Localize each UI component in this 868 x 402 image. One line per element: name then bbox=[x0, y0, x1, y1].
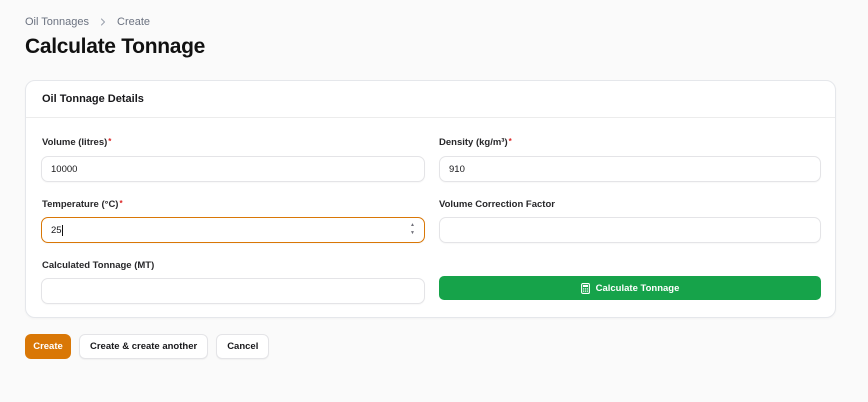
density-label: Density (kg/m³)* bbox=[439, 137, 512, 148]
stepper-up-icon[interactable]: ▲ bbox=[410, 223, 415, 228]
volume-label: Volume (litres)* bbox=[42, 137, 111, 148]
text-cursor bbox=[62, 224, 64, 236]
temperature-label: Temperature (°C)* bbox=[42, 199, 123, 210]
calculate-tonnage-button[interactable]: Calculate Tonnage bbox=[439, 276, 821, 300]
tonnage-input[interactable] bbox=[41, 278, 425, 304]
density-input[interactable]: 910 bbox=[439, 156, 821, 182]
density-value: 910 bbox=[449, 163, 465, 175]
calculate-tonnage-label: Calculate Tonnage bbox=[595, 282, 680, 294]
volume-required-mark: * bbox=[108, 137, 112, 146]
vcf-label: Volume Correction Factor bbox=[439, 199, 555, 210]
breadcrumb: Oil Tonnages Create bbox=[25, 16, 150, 28]
density-label-text: Density (kg/m³) bbox=[439, 137, 508, 148]
tonnage-label-text: Calculated Tonnage (MT) bbox=[42, 260, 155, 271]
chevron-right-icon bbox=[98, 17, 108, 27]
stepper-down-icon[interactable]: ▼ bbox=[410, 231, 415, 236]
cancel-button[interactable]: Cancel bbox=[216, 334, 270, 359]
breadcrumb-item-oil-tonnages[interactable]: Oil Tonnages bbox=[25, 16, 89, 28]
volume-input[interactable]: 10000 bbox=[41, 156, 425, 182]
temperature-label-text: Temperature (°C) bbox=[42, 199, 119, 210]
oil-tonnage-details-section: Oil Tonnage Details Volume (litres)* 100… bbox=[25, 80, 836, 318]
page-title: Calculate Tonnage bbox=[25, 35, 206, 58]
section-title: Oil Tonnage Details bbox=[26, 81, 835, 118]
temperature-input[interactable]: 25 ▲ ▼ bbox=[41, 217, 425, 243]
form-actions: Create Create & create another Cancel bbox=[25, 334, 270, 359]
create-button[interactable]: Create bbox=[25, 334, 71, 359]
volume-value: 10000 bbox=[51, 163, 78, 175]
create-another-button[interactable]: Create & create another bbox=[79, 334, 209, 359]
calculator-icon bbox=[580, 282, 590, 294]
vcf-label-text: Volume Correction Factor bbox=[439, 199, 555, 210]
number-stepper[interactable]: ▲ ▼ bbox=[410, 223, 415, 236]
density-required-mark: * bbox=[508, 137, 512, 146]
vcf-input[interactable] bbox=[439, 217, 821, 243]
breadcrumb-item-create: Create bbox=[117, 16, 151, 28]
tonnage-label: Calculated Tonnage (MT) bbox=[42, 260, 154, 271]
temperature-value: 25 bbox=[51, 224, 62, 236]
temperature-required-mark: * bbox=[119, 199, 123, 208]
volume-label-text: Volume (litres) bbox=[42, 137, 108, 148]
